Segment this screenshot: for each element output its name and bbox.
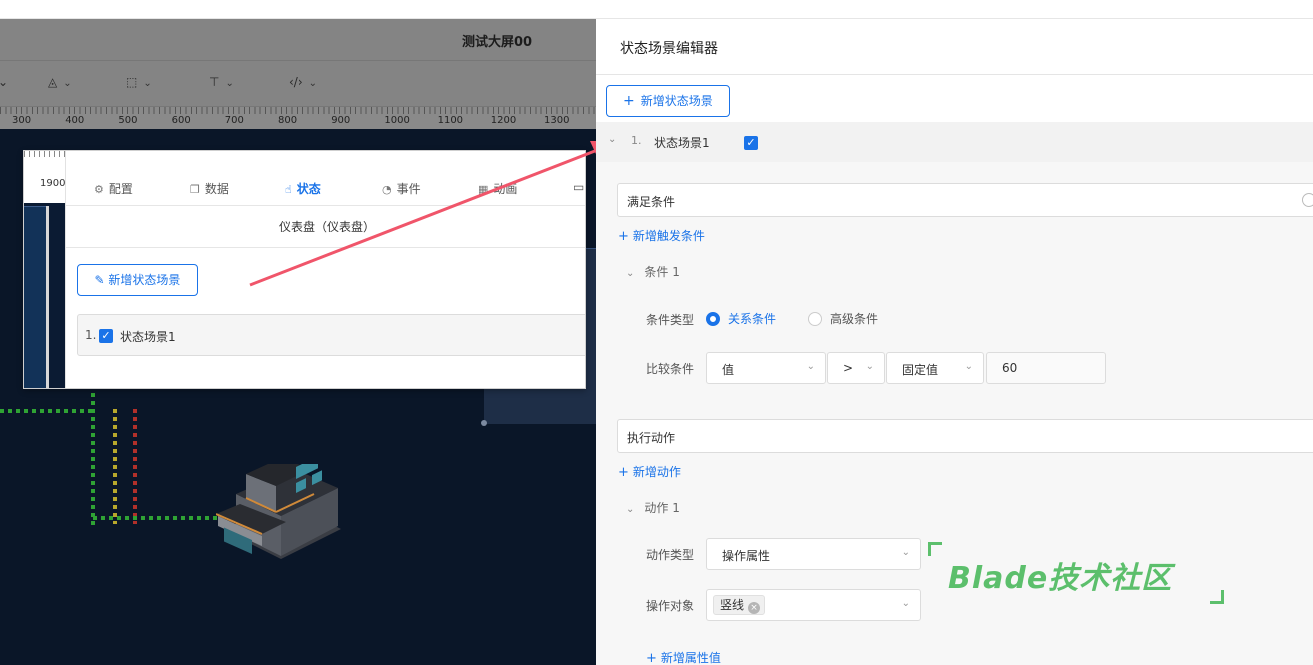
action-item-header[interactable]: ⌄ 动作 1 (626, 499, 680, 516)
copy-icon: ❐ (190, 183, 200, 196)
canvas-resize-handle[interactable] (481, 420, 487, 426)
inset-ruler-tick: 1900 (40, 178, 66, 189)
target-tag: 竖线 × (713, 595, 766, 615)
inset-canvas-strip: 1900 (24, 151, 66, 388)
chevron-down-icon: ⌄ (901, 598, 910, 609)
tab-config[interactable]: ⚙ 配置 (94, 180, 133, 197)
action-type-label: 动作类型 (646, 548, 695, 562)
compare-value-input[interactable]: 60 (986, 352, 1106, 384)
ruler-tick: 400 (65, 115, 85, 126)
layers-tool-button[interactable]: ◬ ⌄ (48, 75, 72, 89)
editor-title: 状态场景编辑器 (620, 41, 718, 57)
building-illustration[interactable] (216, 464, 346, 564)
chevron-down-icon: ⌄ (964, 361, 973, 372)
action-section[interactable]: 执行动作 (617, 419, 1313, 453)
tab-animation[interactable]: ▦ 动画 (478, 180, 517, 197)
ruler-tick: 800 (278, 115, 298, 126)
ruler-tick: 700 (224, 115, 244, 126)
film-icon: ▦ (478, 183, 489, 196)
inset-tabs: ⚙ 配置 ❐ 数据 ☝ 状态 ◔ 事件 ▦ 动画 ▭ (66, 166, 585, 206)
inset-canvas-block (24, 206, 46, 388)
condition-section[interactable]: 满足条件 (617, 183, 1313, 217)
pipe-line-green (0, 409, 94, 413)
compare-label: 比较条件 (646, 362, 695, 376)
inset-scene-index: 1. (85, 328, 97, 342)
chevron-down-icon[interactable]: ⌄ (608, 134, 616, 145)
action-type-select[interactable]: 操作属性 ⌄ (706, 538, 921, 570)
condition-toggle-radio[interactable] (1302, 193, 1313, 207)
pipe-line-green-vertical (91, 393, 95, 528)
chevron-down-icon: ⌄ (626, 268, 635, 279)
chevron-down-icon: ⌄ (626, 504, 635, 515)
watermark: Blade技术社区 (928, 542, 1228, 606)
select-tool-button[interactable]: ⬚ ⌄ (126, 75, 152, 89)
editor-header: 测试大屏00 (0, 19, 596, 61)
tab-state[interactable]: ☝ 状态 (285, 180, 321, 197)
inset-scene-checkbox[interactable]: ✓ (99, 329, 113, 343)
code-tool-button[interactable]: ‹/› ⌄ (289, 75, 317, 89)
ruler-tick: 900 (331, 115, 351, 126)
condition-item-header[interactable]: ⌄ 条件 1 (626, 263, 680, 280)
chevron-down-icon: ⌄ (806, 361, 815, 372)
scene-index: 1. (631, 134, 642, 147)
pipe-line-yellow (113, 409, 117, 524)
action-target-label: 操作对象 (646, 599, 695, 613)
inset-scene-label: 状态场景1 (120, 330, 176, 344)
tab-event[interactable]: ◔ 事件 (382, 180, 421, 197)
folder-icon[interactable]: ▭ (573, 180, 584, 194)
compare-field-select[interactable]: 值 ⌄ (706, 352, 826, 384)
state-panel-inset: 1900 ⚙ 配置 ❐ 数据 ☝ 状态 ◔ 事件 ▦ 动画 ▭ 仪表盘（仪表盘） ✎ 新增… (23, 150, 586, 389)
ruler-tick: 600 (171, 115, 191, 126)
chevron-down-icon: ⌄ (865, 361, 874, 372)
pipe-line-green-bottom (93, 516, 218, 520)
inset-properties: ⚙ 配置 ❐ 数据 ☝ 状态 ◔ 事件 ▦ 动画 ▭ 仪表盘（仪表盘） ✎ 新增状态场景 … (65, 151, 585, 388)
close-icon[interactable]: × (748, 602, 761, 614)
mouse-icon: ◔ (382, 183, 392, 196)
toolbar-chevron-down-icon[interactable]: ⌄ (0, 75, 8, 89)
ruler-tick: 1100 (437, 115, 464, 126)
scene-checkbox[interactable]: ✓ (744, 136, 758, 150)
compare-operator-select[interactable]: > ⌄ (827, 352, 885, 384)
format-brush-tool-button[interactable]: ⊤ ⌄ (209, 75, 234, 89)
root: 测试大屏00 ⌄ ◬ ⌄ ⬚ ⌄ ⊤ ⌄ ‹/› ⌄ 300 400 500 600 700 80… (0, 0, 1313, 665)
top-strip (0, 0, 1313, 19)
condition-type-label: 条件类型 (646, 313, 695, 327)
ruler-tick: 1300 (544, 115, 570, 126)
scene-row[interactable]: ⌄ 1. 状态场景1 ✓ (596, 122, 1313, 162)
tab-data[interactable]: ❐ 数据 (190, 180, 229, 197)
inset-ruler (24, 151, 65, 173)
add-property-link[interactable]: + 新增属性值 (646, 649, 721, 665)
radio-relation-condition[interactable]: 关系条件 (706, 310, 776, 327)
compare-mode-select[interactable]: 固定值 ⌄ (886, 352, 984, 384)
edit-icon: ✎ (94, 273, 109, 287)
scene-label: 状态场景1 (654, 136, 710, 150)
plus-icon: + (646, 651, 657, 665)
inset-scene-row[interactable]: 1. ✓ 状态场景1 (77, 314, 585, 356)
hand-pointer-icon: ☝ (285, 183, 292, 196)
ruler-tick: 1200 (490, 115, 517, 126)
add-scene-button[interactable]: + 新增状态场景 (606, 85, 730, 117)
inset-add-scene-button[interactable]: ✎ 新增状态场景 (77, 264, 198, 296)
watermark-text: Blade技术社区 (948, 561, 1173, 596)
ruler-tick: 500 (118, 115, 138, 126)
plus-icon: + (618, 465, 629, 480)
gear-icon: ⚙ (94, 183, 104, 196)
action-target-select[interactable]: 竖线 × ⌄ (706, 589, 921, 621)
radio-advanced-condition[interactable]: 高级条件 (808, 310, 878, 327)
add-action-link[interactable]: + 新增动作 (618, 463, 681, 480)
pipe-line-red (133, 409, 137, 524)
inset-divider (46, 206, 49, 388)
ruler-tick: 1000 (384, 115, 410, 126)
add-trigger-link[interactable]: + 新增触发条件 (618, 227, 705, 244)
chevron-down-icon: ⌄ (901, 547, 910, 558)
plus-icon: + (618, 229, 629, 244)
plus-icon: + (623, 93, 635, 109)
editor-toolbar: ⌄ ◬ ⌄ ⬚ ⌄ ⊤ ⌄ ‹/› ⌄ (0, 61, 596, 107)
horizontal-ruler: 300 400 500 600 700 800 900 1000 1100 1200 1300 (0, 107, 596, 129)
ruler-tick: 300 (12, 115, 32, 126)
screen-title: 测试大屏00 (462, 35, 533, 50)
component-title: 仪表盘（仪表盘） (66, 206, 585, 248)
editor-header: 状态场景编辑器 (596, 19, 1313, 75)
